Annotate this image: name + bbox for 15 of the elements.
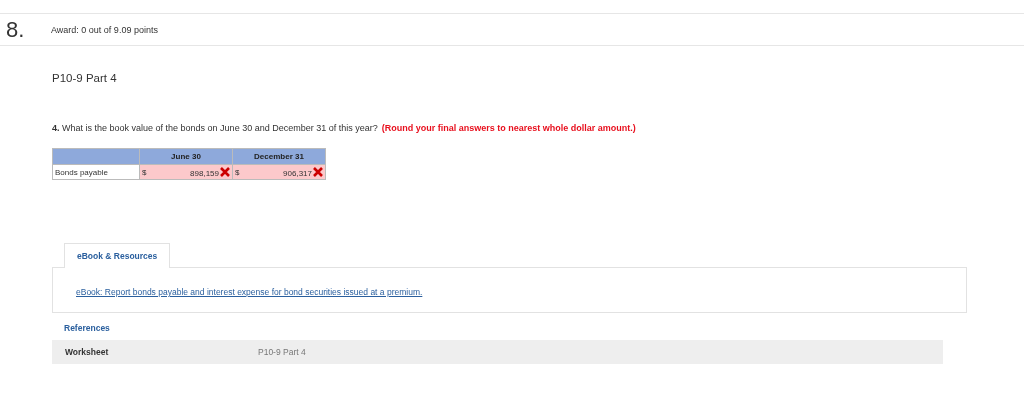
column-header: June 30 bbox=[139, 148, 233, 165]
award-text: Award: 0 out of 9.09 points bbox=[51, 24, 158, 35]
references-heading: References bbox=[64, 323, 111, 333]
resources-tab[interactable]: eBook & Resources bbox=[64, 243, 171, 268]
column-header: December 31 bbox=[232, 148, 326, 165]
ebook-link[interactable]: eBook: Report bonds payable and interest expense for bond securities issued at a premium. bbox=[76, 287, 423, 297]
wrong-mark-icon bbox=[220, 166, 230, 177]
instruction-note: (Round your final answers to nearest whole dollar amount.) bbox=[381, 123, 636, 133]
reference-value: P10-9 Part 4 bbox=[258, 347, 306, 357]
part-title: P10-9 Part 4 bbox=[52, 72, 118, 84]
row-label: Bonds payable bbox=[52, 164, 140, 180]
question-number: 8. bbox=[5, 16, 26, 43]
wrong-mark-icon bbox=[313, 166, 323, 177]
question-text: 4. What is the book value of the bonds on June 30 and December 31 of this year? bbox=[52, 123, 378, 133]
reference-label: Worksheet bbox=[64, 347, 110, 357]
